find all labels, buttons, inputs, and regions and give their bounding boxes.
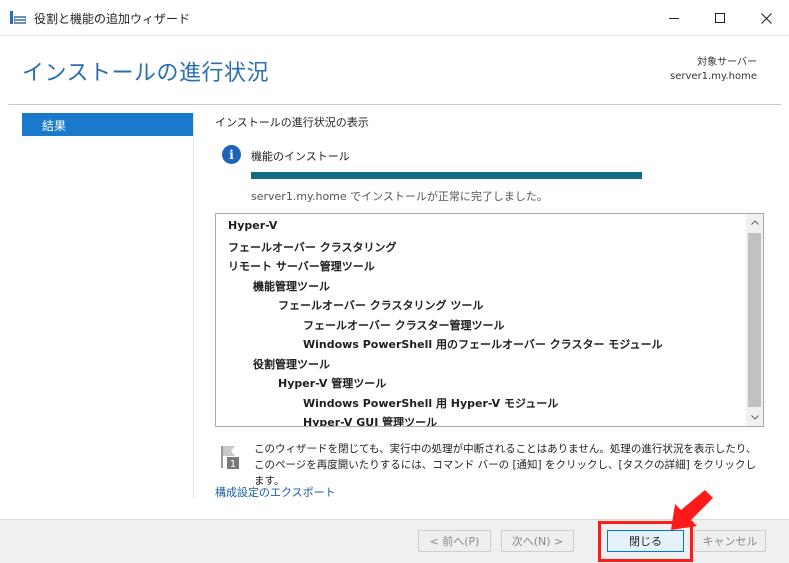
destination-server-name: server1.my.home xyxy=(670,71,757,82)
chevron-down-icon xyxy=(750,415,759,420)
progress-bar-fill xyxy=(251,172,642,179)
results-list-content: Hyper-V フェールオーバー クラスタリング リモート サーバー管理ツール機能管… xyxy=(216,214,747,426)
scroll-down-button[interactable] xyxy=(746,409,763,426)
close-note-text: このウィザードを閉じても、実行中の処理が中断されることはありません。処理の進行状… xyxy=(254,443,757,487)
nav-item-results[interactable]: 結果 xyxy=(22,113,193,136)
window-title: 役割と機能の追加ウィザード xyxy=(34,12,191,26)
export-settings-link[interactable]: 構成設定のエクスポート xyxy=(215,484,336,500)
scroll-thumb[interactable] xyxy=(748,233,761,407)
wizard-header: インストールの進行状況 対象サーバー server1.my.home xyxy=(0,36,789,105)
info-icon: i xyxy=(222,145,241,164)
maximize-icon xyxy=(715,13,725,23)
progress-bar xyxy=(251,172,642,179)
note-badge-number: 1 xyxy=(230,459,236,470)
section-heading: インストールの進行状況の表示 xyxy=(215,116,369,129)
close-window-button[interactable] xyxy=(743,0,789,36)
result-list-item: Hyper-V xyxy=(228,219,278,232)
close-icon xyxy=(760,12,772,24)
installation-status: server1.my.home でインストールが正常に完了しました。 xyxy=(251,190,548,203)
result-list-item: フェールオーバー クラスター管理ツール xyxy=(303,318,505,332)
feature-installation-label: 機能のインストール xyxy=(251,150,350,163)
result-list-item: Windows PowerShell 用 Hyper-V モジュール xyxy=(303,396,559,410)
result-list-item: Hyper-V GUI 管理ツール xyxy=(303,416,438,426)
results-list[interactable]: Hyper-V フェールオーバー クラスタリング リモート サーバー管理ツール機能管… xyxy=(215,213,764,427)
page-title: インストールの進行状況 xyxy=(22,61,270,86)
chevron-up-icon xyxy=(750,220,759,225)
result-list-item: リモート サーバー管理ツール xyxy=(228,260,375,273)
result-list-item: フェールオーバー クラスタリング xyxy=(228,240,397,254)
destination-server-label: 対象サーバー xyxy=(697,57,757,68)
previous-button[interactable]: < 前へ(P) xyxy=(418,530,491,552)
next-button[interactable]: 次へ(N) > xyxy=(501,530,574,552)
result-list-item: 機能管理ツール xyxy=(253,279,330,293)
header-divider xyxy=(8,104,781,105)
results-scrollbar[interactable] xyxy=(746,214,763,426)
result-list-item: 役割管理ツール xyxy=(253,357,330,371)
minimize-icon xyxy=(669,17,679,19)
result-list-item: フェールオーバー クラスタリング ツール xyxy=(278,299,484,312)
nav-divider xyxy=(193,113,194,499)
cancel-button[interactable]: キャンセル xyxy=(694,530,766,552)
result-list-item: Windows PowerShell 用のフェールオーバー クラスター モジュー… xyxy=(303,338,663,351)
pointer-arrow-icon xyxy=(671,490,713,530)
destination-server: 対象サーバー server1.my.home xyxy=(670,56,757,84)
scroll-up-button[interactable] xyxy=(746,214,763,231)
server-manager-icon xyxy=(10,11,26,24)
result-list-item: Hyper-V 管理ツール xyxy=(278,377,387,390)
maximize-button[interactable] xyxy=(697,0,743,36)
minimize-button[interactable] xyxy=(651,0,697,36)
notification-flag-icon: 1 xyxy=(221,446,239,470)
title-bar: 役割と機能の追加ウィザード xyxy=(0,0,789,36)
